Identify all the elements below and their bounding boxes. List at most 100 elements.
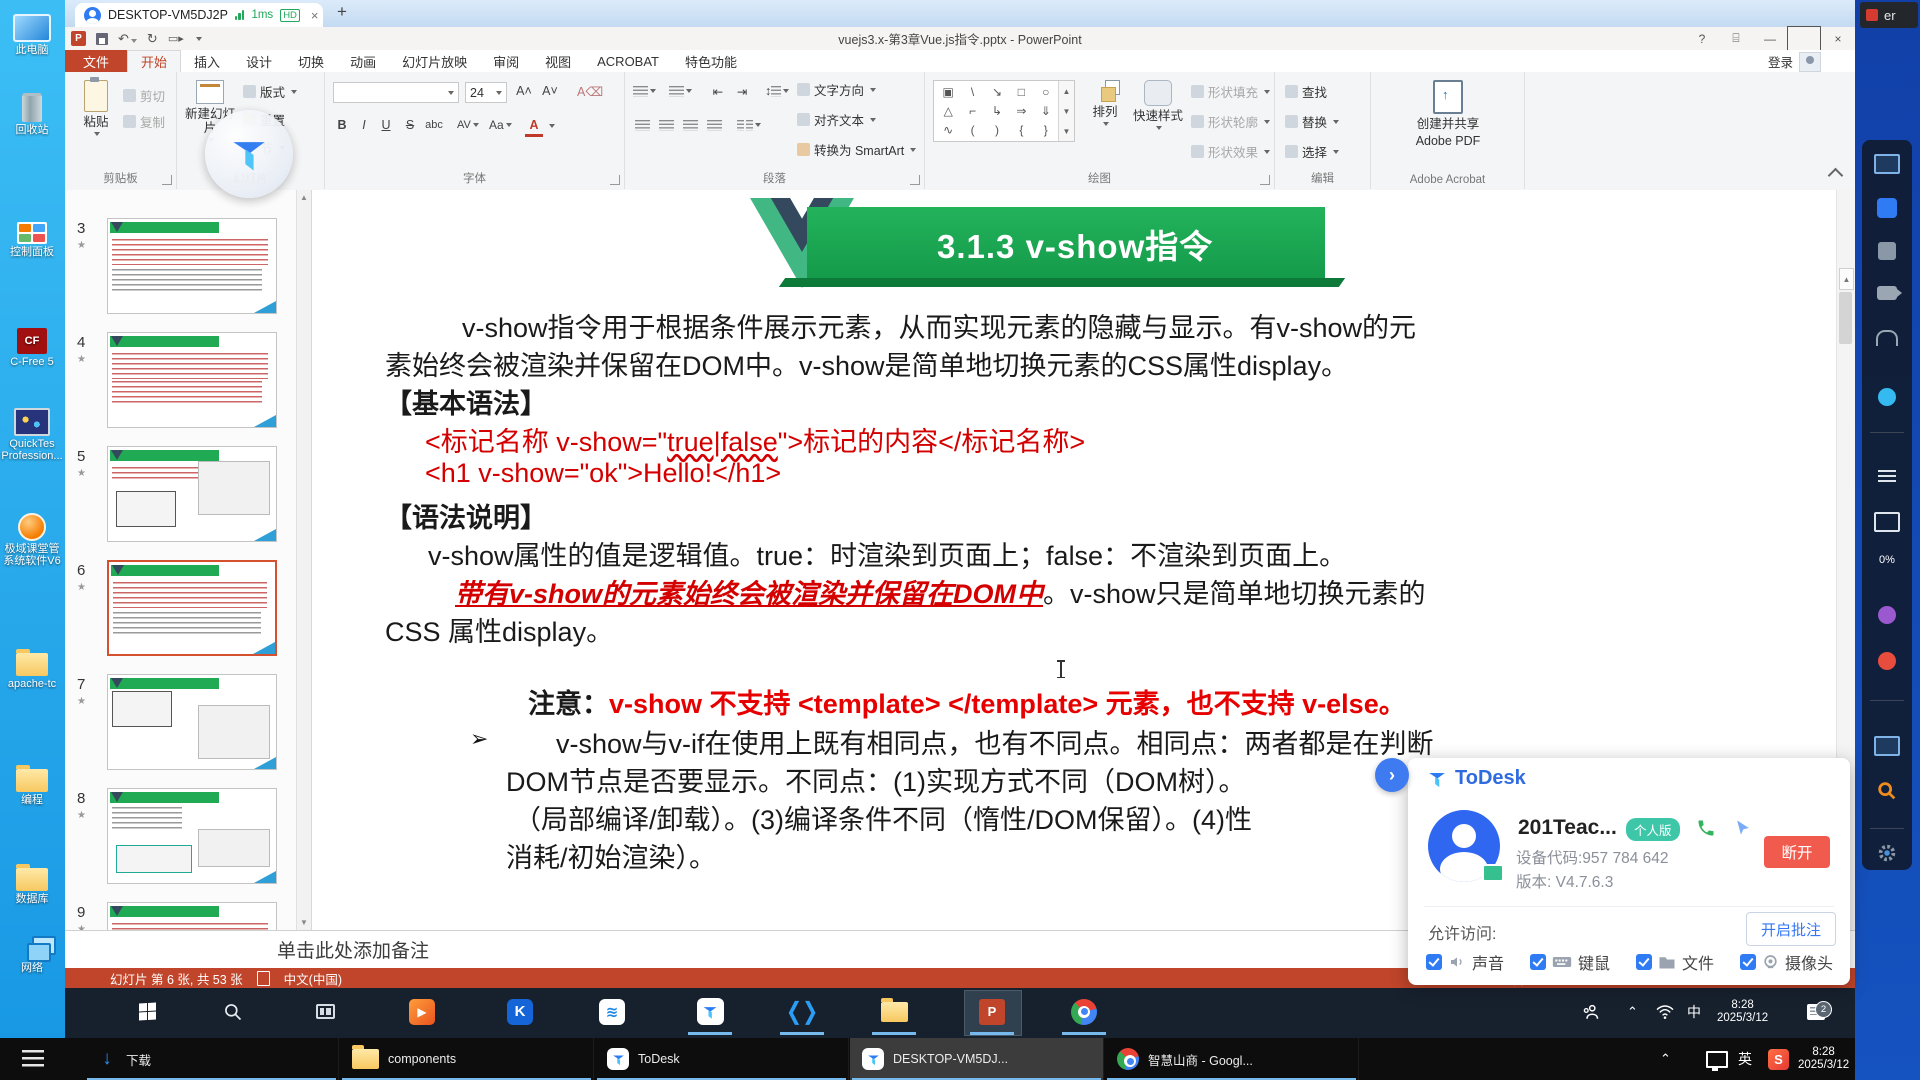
dialog-launcher-icon[interactable] bbox=[910, 175, 920, 185]
shape-icon[interactable]: ↘ bbox=[992, 85, 1002, 99]
people-icon[interactable] bbox=[1580, 988, 1600, 1035]
todesk-floating-ball[interactable] bbox=[205, 110, 293, 198]
ime-indicator[interactable]: 英 bbox=[1738, 1038, 1752, 1080]
tab-review[interactable]: 审阅 bbox=[480, 50, 532, 72]
shape-icon[interactable]: } bbox=[1044, 123, 1048, 137]
grow-font-icon[interactable]: A˄ bbox=[515, 82, 533, 100]
cut-button[interactable]: 剪切 bbox=[123, 86, 165, 105]
select-button[interactable]: 选择 bbox=[1285, 142, 1339, 161]
gallery-scrollbar[interactable]: ▲▼▼ bbox=[1058, 81, 1074, 141]
numbering-icon[interactable] bbox=[669, 82, 692, 100]
save-icon[interactable] bbox=[96, 33, 108, 45]
local-task-chrome[interactable]: 智慧山商 - Googl... bbox=[1105, 1038, 1359, 1080]
collapse-panel-button[interactable]: › bbox=[1375, 758, 1409, 792]
desktop-icon-jiyu[interactable]: 极域课堂管 系统软件V6 bbox=[0, 505, 64, 567]
dialog-launcher-icon[interactable] bbox=[610, 175, 620, 185]
close-tab-icon[interactable]: × bbox=[311, 8, 319, 23]
align-right-icon[interactable] bbox=[681, 116, 699, 134]
taskbar-app-thunder[interactable]: ≋ bbox=[588, 988, 636, 1035]
checkbox-checked-icon[interactable] bbox=[1740, 954, 1756, 970]
minimize-icon[interactable]: — bbox=[1753, 27, 1787, 50]
display-icon[interactable] bbox=[1862, 154, 1912, 174]
shape-icon[interactable]: { bbox=[1019, 123, 1023, 137]
perm-keyboard-mouse[interactable]: 键鼠 bbox=[1530, 950, 1610, 974]
align-center-icon[interactable] bbox=[657, 116, 675, 134]
checkbox-checked-icon[interactable] bbox=[1636, 954, 1652, 970]
record-icon[interactable] bbox=[1862, 652, 1912, 670]
package-icon[interactable] bbox=[1862, 242, 1912, 260]
paste-button[interactable]: 粘贴 bbox=[73, 80, 119, 136]
tab-home[interactable]: 开始 bbox=[127, 50, 181, 72]
create-pdf-button[interactable]: 创建并共享Adobe PDF bbox=[1401, 80, 1495, 148]
collapse-ribbon-icon[interactable] bbox=[1828, 168, 1844, 184]
remote-cursor-icon[interactable] bbox=[1733, 818, 1753, 838]
taskbar-app-vscode[interactable]: ❮❯ bbox=[778, 988, 826, 1035]
shrink-font-icon[interactable]: A˅ bbox=[541, 82, 559, 100]
perm-sound[interactable]: 声音 bbox=[1426, 950, 1504, 974]
layout-button[interactable]: 版式 bbox=[243, 82, 297, 101]
shape-icon[interactable]: \ bbox=[971, 85, 974, 99]
desktop-icon-recycle-bin[interactable]: 回收站 bbox=[0, 86, 64, 136]
ribbon-options-icon[interactable]: ⌸ bbox=[1719, 27, 1753, 50]
shape-outline-button[interactable]: 形状轮廓 bbox=[1191, 112, 1270, 131]
font-size-input[interactable]: 24 bbox=[465, 82, 507, 103]
increase-indent-icon[interactable]: ⇥ bbox=[733, 82, 751, 100]
shapes-gallery[interactable]: ▣\↘□○ △⌐↳⇒⇓ ∿(){} ▲▼▼ bbox=[933, 80, 1075, 142]
hidden-icons-chevron[interactable]: ⌃ bbox=[1660, 1038, 1671, 1080]
justify-icon[interactable] bbox=[705, 116, 723, 134]
shape-icon[interactable]: △ bbox=[944, 104, 953, 118]
align-left-icon[interactable] bbox=[633, 116, 651, 134]
italic-button[interactable]: I bbox=[355, 116, 373, 134]
mixer-icon[interactable] bbox=[1862, 470, 1912, 484]
new-tab-button[interactable]: + bbox=[337, 2, 347, 22]
network-tray-icon[interactable] bbox=[1706, 1038, 1728, 1080]
font-color-button[interactable]: A bbox=[525, 116, 543, 137]
local-task-downloads[interactable]: ↓ 下载 bbox=[85, 1038, 339, 1080]
restore-icon[interactable] bbox=[1787, 27, 1821, 50]
redo-icon[interactable]: ↻ bbox=[147, 31, 158, 47]
desktop-icon-network[interactable]: 网络 bbox=[0, 924, 64, 974]
perm-camera[interactable]: 摄像头 bbox=[1740, 950, 1833, 974]
font-color-caret[interactable] bbox=[549, 124, 555, 128]
font-name-input[interactable] bbox=[333, 82, 459, 103]
sign-in-button[interactable]: 登录 bbox=[1768, 50, 1793, 72]
text-direction-button[interactable]: 文字方向 bbox=[797, 80, 876, 99]
app-icon[interactable] bbox=[1862, 198, 1912, 218]
checkbox-checked-icon[interactable] bbox=[1426, 954, 1442, 970]
taskbar-app-k[interactable]: K bbox=[496, 988, 544, 1035]
desktop-icon-this-pc[interactable]: 此电脑 bbox=[0, 6, 64, 56]
gear-icon[interactable] bbox=[1862, 842, 1912, 864]
tab-animations[interactable]: 动画 bbox=[337, 50, 389, 72]
clock-tray[interactable]: 8:282025/3/12 bbox=[1717, 988, 1768, 1035]
underline-button[interactable]: U bbox=[377, 116, 395, 134]
smartart-button[interactable]: 转换为 SmartArt bbox=[797, 140, 916, 159]
local-task-components[interactable]: components bbox=[340, 1038, 594, 1080]
local-task-todesk[interactable]: ToDesk bbox=[595, 1038, 849, 1080]
desktop-icon-shujuku[interactable]: 数据库 bbox=[0, 855, 64, 905]
shape-icon[interactable]: ( bbox=[971, 123, 975, 137]
tab-view[interactable]: 视图 bbox=[532, 50, 584, 72]
find-button[interactable]: 查找 bbox=[1285, 82, 1327, 101]
hidden-icons-chevron[interactable]: ⌃ bbox=[1627, 988, 1638, 1035]
tab-acrobat[interactable]: ACROBAT bbox=[584, 50, 672, 72]
start-slideshow-icon[interactable]: ▭▸ bbox=[168, 32, 184, 45]
monitor-signal-icon[interactable] bbox=[1862, 512, 1912, 532]
taskbar-app-player[interactable]: ▶ bbox=[398, 988, 446, 1035]
desktop-icon-biancheng[interactable]: 编程 bbox=[0, 756, 64, 806]
scrollbar-thumb[interactable] bbox=[1839, 292, 1852, 344]
dialog-launcher-icon[interactable] bbox=[1260, 175, 1270, 185]
tab-insert[interactable]: 插入 bbox=[181, 50, 233, 72]
ime-indicator[interactable]: 中 bbox=[1687, 988, 1701, 1035]
account-icon[interactable] bbox=[1799, 52, 1821, 72]
shadow-button[interactable]: abc bbox=[425, 116, 443, 134]
clear-format-icon[interactable]: A⌫ bbox=[577, 82, 603, 100]
char-spacing-button[interactable]: AV bbox=[457, 116, 479, 134]
line-spacing-icon[interactable]: ↕ bbox=[765, 82, 789, 100]
enable-annotation-button[interactable]: 开启批注 bbox=[1746, 912, 1836, 946]
desktop-icon-quicktest[interactable]: QuickTes Profession... bbox=[0, 400, 64, 462]
dialog-launcher-icon[interactable] bbox=[162, 175, 172, 185]
shape-icon[interactable]: ↳ bbox=[992, 104, 1002, 118]
copy-button[interactable]: 复制 bbox=[123, 112, 165, 131]
action-center-icon[interactable]: 2 bbox=[1807, 988, 1825, 1035]
wifi-icon[interactable] bbox=[1655, 988, 1675, 1035]
